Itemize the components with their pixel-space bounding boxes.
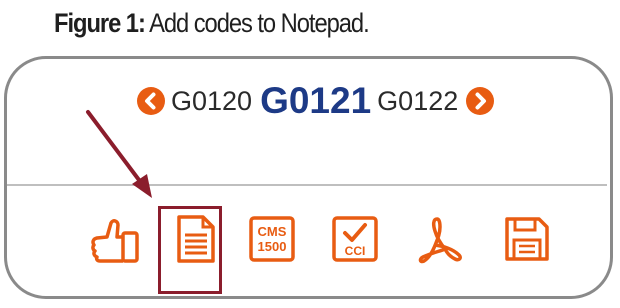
cms-1500-icon: CMS 1500	[249, 216, 295, 262]
figure-text: Add codes to Notepad.	[144, 8, 370, 38]
cms-label-line2: 1500	[258, 239, 287, 254]
chevron-left-icon	[145, 92, 156, 110]
save-icon	[505, 217, 549, 261]
pdf-button[interactable]	[411, 211, 467, 267]
cms-label-line1: CMS	[258, 224, 287, 239]
toolbar-divider	[7, 184, 607, 186]
cci-icon: CCI	[332, 216, 378, 262]
next-code-button[interactable]	[466, 87, 495, 115]
cci-button[interactable]: CCI	[328, 211, 384, 267]
prev-code-button[interactable]	[137, 87, 165, 115]
chevron-right-icon	[475, 92, 487, 110]
current-code: G0121	[260, 80, 372, 121]
thumbs-up-icon	[91, 219, 139, 263]
figure-label: Figure 1:	[54, 8, 146, 38]
cci-label: CCI	[345, 244, 366, 258]
thumbs-up-button[interactable]	[87, 211, 143, 267]
prev-code-link[interactable]: G0120	[171, 86, 252, 117]
pdf-icon	[418, 217, 462, 264]
cms-1500-button[interactable]: CMS 1500	[245, 211, 301, 267]
save-button[interactable]	[499, 211, 555, 267]
code-navigator: G0120 G0121 G0122	[137, 80, 495, 121]
next-code-link[interactable]: G0122	[377, 86, 458, 117]
notepad-highlight-box	[158, 206, 222, 294]
code-panel: G0120 G0121 G0122 CMS 1500 CCI	[4, 56, 613, 299]
figure-caption: Figure 1: Add codes to Notepad.	[54, 8, 370, 39]
